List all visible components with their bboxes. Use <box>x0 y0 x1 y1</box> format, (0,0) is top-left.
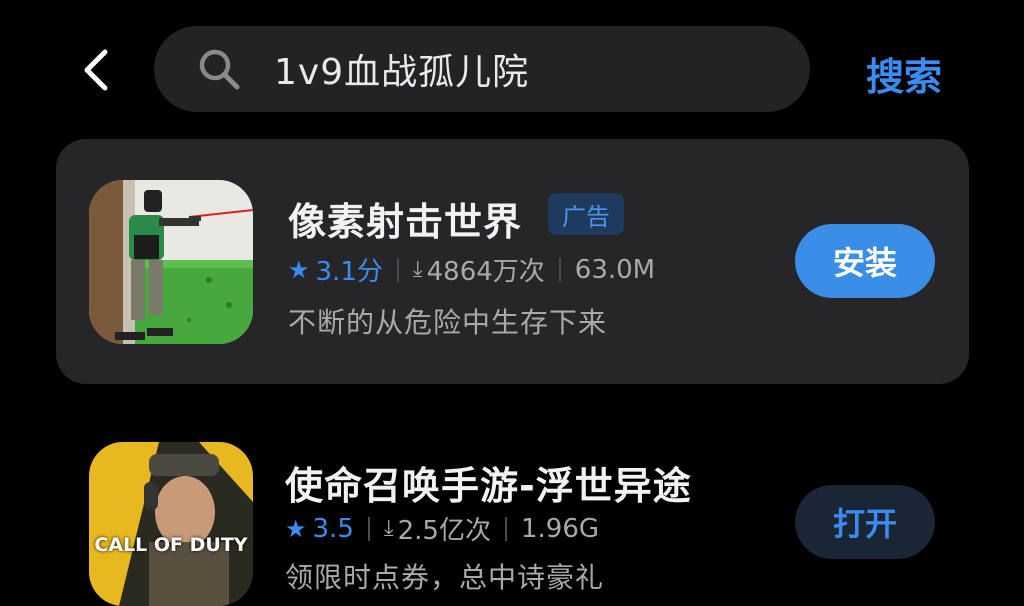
app-meta: ★ 3.5 ⤓ 2.5亿次 1.96G <box>285 510 599 547</box>
app-rating: 3.5 <box>312 513 354 544</box>
app-description: 不断的从危险中生存下来 <box>288 306 608 339</box>
app-name[interactable]: 像素射击世界 <box>288 191 522 246</box>
divider <box>558 257 561 282</box>
app-downloads: 2.5亿次 <box>397 516 491 546</box>
divider <box>367 516 370 541</box>
app-name[interactable]: 使命召唤手游-浮世异途 <box>285 455 692 510</box>
back-button[interactable] <box>72 46 120 94</box>
star-icon: ★ <box>288 255 310 284</box>
download-icon: ⤓ <box>412 257 423 282</box>
star-icon: ★ <box>285 514 307 543</box>
search-button[interactable]: 搜索 <box>866 46 942 101</box>
app-icon-pixel-shooter <box>89 180 253 344</box>
app-description: 领限时点券，总中诗豪礼 <box>285 561 605 594</box>
install-button[interactable]: 安装 <box>795 224 935 298</box>
divider <box>504 516 507 541</box>
search-input[interactable]: 1v9血战孤儿院 <box>154 26 810 112</box>
download-icon: ⤓ <box>383 516 394 541</box>
open-button[interactable]: 打开 <box>795 485 935 559</box>
app-card-ad[interactable]: 像素射击世界 广告 ★ 3.1分 ⤓ 4864万次 63.0M 不断的从危险中生… <box>56 139 969 384</box>
app-downloads: 4864万次 <box>426 257 545 287</box>
app-icon-call-of-duty: CALL OF DUTY <box>89 442 253 606</box>
ad-badge: 广告 <box>548 193 624 235</box>
app-rating: 3.1分 <box>315 257 383 287</box>
divider <box>396 257 399 282</box>
search-icon <box>196 46 242 92</box>
app-meta: ★ 3.1分 ⤓ 4864万次 63.0M <box>288 251 655 288</box>
search-query-text: 1v9血战孤儿院 <box>274 52 530 93</box>
chevron-left-icon <box>84 49 108 91</box>
app-size: 63.0M <box>574 254 656 285</box>
app-size: 1.96G <box>520 513 600 544</box>
cod-logo-text: CALL OF DUTY <box>94 534 248 556</box>
